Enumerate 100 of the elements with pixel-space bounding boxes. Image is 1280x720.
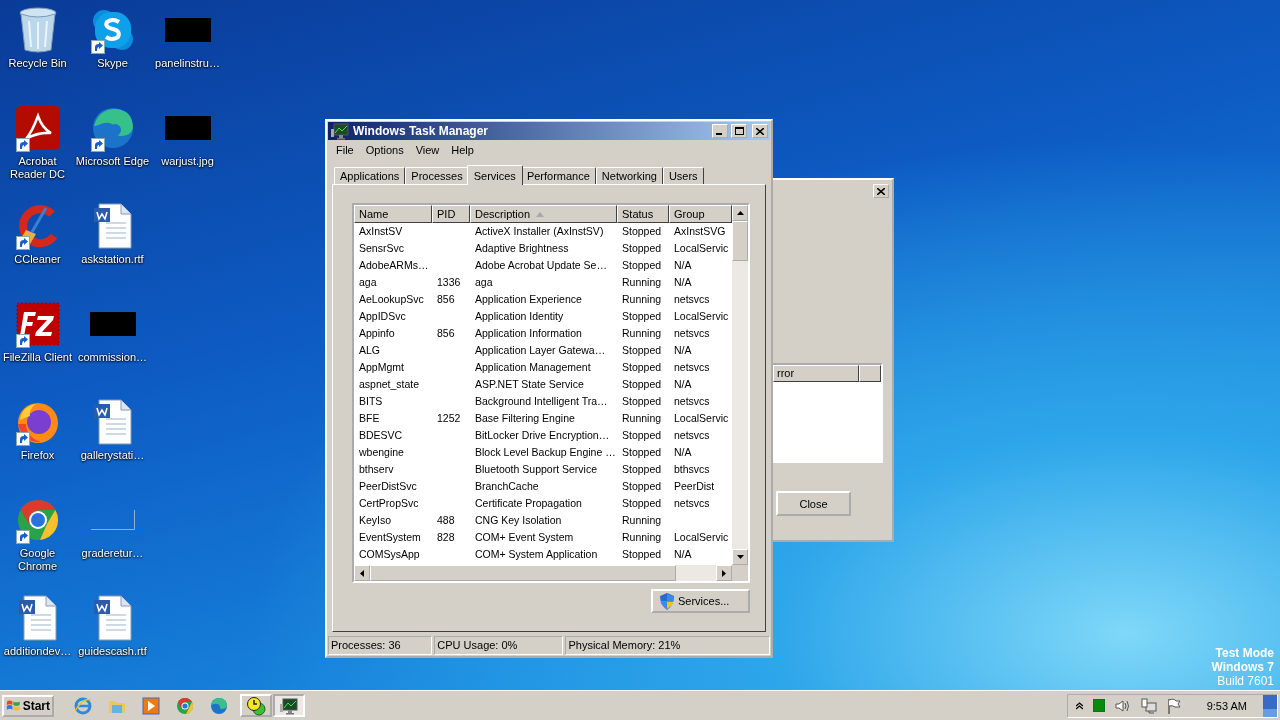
desktop-icon[interactable]: panelinstru… (150, 6, 225, 104)
desktop-icon[interactable]: Acrobat Reader DC (0, 104, 75, 202)
column-header[interactable]: PID (432, 205, 470, 223)
network-icon[interactable] (1140, 697, 1157, 714)
icon-label: Firefox (19, 449, 56, 462)
desktop-icon[interactable]: additiondev… (0, 594, 75, 692)
tab[interactable]: Applications (334, 167, 406, 184)
table-cell-text: N/A (673, 445, 693, 460)
table-cell-text: LocalServic (673, 309, 730, 324)
maximize-button[interactable] (731, 124, 747, 138)
taskbar-button[interactable] (273, 694, 305, 717)
close-button[interactable]: Close (776, 491, 851, 516)
document-icon (92, 203, 133, 249)
flag-icon[interactable] (1166, 697, 1181, 714)
meter-icon[interactable] (1092, 699, 1105, 712)
icon-label: additiondev… (2, 645, 73, 658)
menu-item[interactable]: File (330, 144, 360, 156)
icon-label: Microsoft Edge (75, 155, 150, 168)
table-cell-text: netsvcs (673, 360, 711, 375)
table-cell-text: Base Filtering Engine (474, 411, 576, 426)
table-cell-text: Appinfo (358, 326, 396, 341)
desktop-icon[interactable]: Firefox (0, 398, 75, 496)
desktop-icon[interactable]: gallerystati… (75, 398, 150, 496)
table-cell-text: netsvcs (673, 326, 711, 341)
table-cell-text: Application Layer Gatewa… (474, 343, 607, 358)
desktop-icon[interactable]: Recycle Bin (0, 6, 75, 104)
scroll-down-icon (736, 555, 744, 559)
vertical-scrollbar[interactable] (732, 205, 748, 565)
browser-ball-icon (15, 498, 60, 542)
table-cell-text: ActiveX Installer (AxInstSV) (474, 224, 605, 239)
taskbar-button[interactable] (240, 694, 272, 717)
clock-text[interactable]: 9:53 AM (1206, 699, 1247, 712)
column-header[interactable]: rror (773, 365, 859, 382)
media-player-icon[interactable] (142, 696, 160, 715)
shield-icon (659, 592, 675, 610)
services-button[interactable]: Services... (651, 589, 750, 613)
desktop-icon[interactable]: askstation.rtf (75, 202, 150, 300)
table-cell-text: BFE (358, 411, 381, 426)
tab[interactable]: Performance (520, 167, 596, 184)
table-cell-text: BranchCache (474, 479, 540, 494)
table-cell-text: 856 (436, 292, 456, 307)
scrollbar-corner (732, 565, 748, 581)
table-cell-text: Certificate Propagation (474, 496, 583, 511)
clock-icon (246, 695, 266, 716)
table-cell-text: EventSystem (358, 530, 422, 545)
desktop-icon[interactable]: FileZilla Client (0, 300, 75, 398)
desktop-icon[interactable]: Microsoft Edge (75, 104, 150, 202)
browser-swirl-icon[interactable] (210, 696, 228, 715)
desktop-icon[interactable]: warjust.jpg (150, 104, 225, 202)
sort-arrow-icon (536, 211, 545, 217)
minimize-button[interactable] (712, 124, 728, 138)
table-cell-text: wbengine (358, 445, 405, 460)
tab[interactable]: Users (662, 167, 704, 184)
table-cell-text: AxInstSVG (673, 224, 727, 239)
close-button[interactable] (873, 184, 889, 198)
desktop-icon[interactable]: Skype (75, 6, 150, 104)
show-desktop-button[interactable] (1263, 694, 1277, 717)
chevron-up-icon[interactable] (1075, 701, 1083, 710)
table-cell-text: aspnet_state (358, 377, 421, 392)
scroll-up-icon (736, 211, 744, 215)
table-cell-text: 828 (436, 530, 456, 545)
tab[interactable]: Services (466, 165, 523, 185)
desktop-icon[interactable]: graderetur… (75, 496, 150, 594)
test-mode-text: Windows 7 (1211, 660, 1274, 674)
chat-bubble-icon (90, 8, 135, 52)
column-header[interactable]: Description (470, 205, 617, 223)
column-header[interactable]: Name (354, 205, 432, 223)
icon-label: Google Chrome (16, 547, 59, 573)
icon-label: warjust.jpg (160, 155, 215, 168)
desktop-icon[interactable]: CCleaner (0, 202, 75, 300)
column-header[interactable]: Group (669, 205, 732, 223)
start-button[interactable]: Start (2, 694, 54, 717)
desktop-icon[interactable]: guidescash.rtf (75, 594, 150, 692)
horizontal-scrollbar[interactable] (354, 565, 732, 581)
table-cell-text: BITS (358, 394, 384, 409)
table-cell-text: bthsvcs (673, 462, 711, 477)
browser-ball-icon[interactable] (176, 696, 194, 715)
column-header[interactable] (859, 365, 881, 382)
menu-item[interactable]: Options (359, 144, 410, 156)
icon-label: guidescash.rtf (77, 645, 148, 658)
column-header[interactable]: Status (617, 205, 669, 223)
internet-browser-icon[interactable] (74, 696, 92, 715)
table-cell-text: Stopped (621, 224, 663, 239)
scroll-thumb[interactable] (732, 221, 748, 261)
table-cell-text: N/A (673, 258, 693, 273)
menu-item[interactable]: View (409, 144, 446, 156)
desktop-icon[interactable]: commission… (75, 300, 150, 398)
zigzag-tile-icon (15, 302, 60, 346)
speaker-icon[interactable] (1114, 698, 1131, 713)
close-button[interactable] (752, 124, 768, 138)
table-cell-text: ALG (358, 343, 381, 358)
table-cell-text: Stopped (621, 343, 663, 358)
table-cell-text: Stopped (621, 547, 663, 562)
menu-item[interactable]: Help (445, 144, 480, 156)
scroll-left-icon (360, 569, 364, 577)
desktop-icon[interactable]: Google Chrome (0, 496, 75, 594)
tab[interactable]: Networking (595, 167, 663, 184)
scroll-thumb[interactable] (370, 565, 676, 581)
scroll-right-icon (722, 569, 726, 577)
tab[interactable]: Processes (405, 167, 469, 184)
